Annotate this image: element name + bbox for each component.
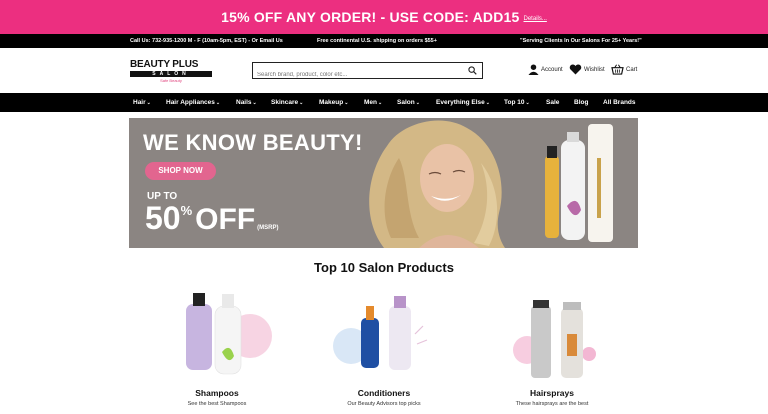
main-nav: Hair⌄ Hair Appliances⌄ Nails⌄ Skincare⌄ … [0, 93, 768, 112]
discount-msrp: (MSRP) [257, 225, 279, 231]
chevron-down-icon: ⌄ [146, 100, 151, 106]
nav-item-men[interactable]: Men⌄ [364, 99, 382, 106]
product-card-conditioners[interactable]: Conditioners Our Beauty Advisors top pic… [319, 284, 449, 414]
info-bar: Call Us: 732-935-1200 M - F (10am-5pm, E… [0, 34, 768, 48]
nav-item-hair-appliances[interactable]: Hair Appliances⌄ [166, 99, 220, 106]
discount-percent: 50 [145, 200, 181, 236]
chevron-down-icon: ⌄ [525, 100, 530, 106]
hero-headline: WE KNOW BEAUTY! [143, 130, 363, 155]
wishlist-link[interactable]: Wishlist [569, 64, 605, 75]
hero-banner[interactable]: WE KNOW BEAUTY! SHOP NOW UP TO 50% OFF (MS… [129, 118, 638, 248]
contact-info[interactable]: Call Us: 732-935-1200 M - F (10am-5pm, E… [130, 38, 283, 44]
logo-sub: Safe Beauty [160, 78, 182, 83]
cart-label: Cart [626, 66, 638, 73]
account-link[interactable]: Account [528, 64, 563, 75]
chevron-down-icon: ⌄ [415, 100, 420, 106]
basket-icon [611, 64, 624, 75]
nav-item-blog[interactable]: Blog [574, 99, 588, 106]
product-name[interactable]: Hairsprays [487, 388, 617, 398]
nav-item-everything-else[interactable]: Everything Else⌄ [436, 99, 490, 106]
nav-item-skincare[interactable]: Skincare⌄ [271, 99, 303, 106]
promo-text: 15% OFF ANY ORDER! - USE CODE: ADD15 [221, 9, 520, 25]
hero-discount: 50% OFF (MSRP) [145, 200, 279, 237]
logo-middle: SALON [130, 71, 212, 77]
product-desc: See the best Shampoos [187, 401, 247, 407]
nav-item-hair[interactable]: Hair⌄ [133, 99, 151, 106]
discount-off: OFF [195, 203, 256, 236]
shop-now-button[interactable]: SHOP NOW [145, 162, 216, 180]
chevron-down-icon: ⌄ [252, 100, 257, 106]
section-title: Top 10 Salon Products [314, 260, 454, 275]
heart-icon [569, 64, 582, 75]
user-icon [528, 64, 539, 75]
nav-item-salon[interactable]: Salon⌄ [397, 99, 420, 106]
chevron-down-icon: ⌄ [378, 100, 383, 106]
nav-item-sale[interactable]: Sale [546, 99, 559, 106]
promo-details-link[interactable]: Details... [524, 16, 547, 22]
nav-item-nails[interactable]: Nails⌄ [236, 99, 257, 106]
search-input[interactable] [253, 67, 458, 83]
nav-item-makeup[interactable]: Makeup⌄ [319, 99, 348, 106]
chevron-down-icon: ⌄ [344, 100, 349, 106]
nav-item-all-brands[interactable]: All Brands [603, 99, 636, 106]
hairsprays-image [513, 300, 596, 378]
shipping-info: Free continental U.S. shipping on orders… [317, 38, 437, 44]
chevron-down-icon: ⌄ [215, 100, 221, 106]
product-desc: Our Beauty Advisors top picks [347, 401, 421, 407]
chevron-down-icon: ⌄ [485, 100, 490, 106]
percent-sign: % [180, 203, 193, 218]
search-icon[interactable] [468, 66, 477, 75]
logo-top: BEAUTY PLUS [130, 59, 199, 70]
nav-item-top-10[interactable]: Top 10⌄ [504, 99, 530, 106]
search-box [252, 62, 483, 83]
promo-banner[interactable]: 15% OFF ANY ORDER! - USE CODE: ADD15 Det… [0, 0, 768, 34]
product-card-hairsprays[interactable]: Hairsprays These hairsprays are the best [487, 284, 617, 414]
product-name[interactable]: Shampoos [152, 388, 282, 398]
account-label: Account [541, 66, 563, 73]
serving-info: "Serving Clients In Our Salons For 25+ Y… [520, 38, 642, 44]
cart-link[interactable]: Cart [611, 64, 637, 75]
product-desc: These hairsprays are the best [515, 401, 589, 407]
shampoos-image [186, 293, 272, 375]
site-logo[interactable]: BEAUTY PLUS SALON Safe Beauty [130, 59, 212, 83]
conditioners-image [333, 296, 428, 370]
product-card-shampoos[interactable]: Shampoos See the best Shampoos [152, 284, 282, 414]
chevron-down-icon: ⌄ [299, 100, 304, 106]
wishlist-label: Wishlist [584, 66, 605, 73]
product-name[interactable]: Conditioners [319, 388, 449, 398]
site-header: BEAUTY PLUS SALON Safe Beauty Account Wi… [0, 48, 768, 93]
